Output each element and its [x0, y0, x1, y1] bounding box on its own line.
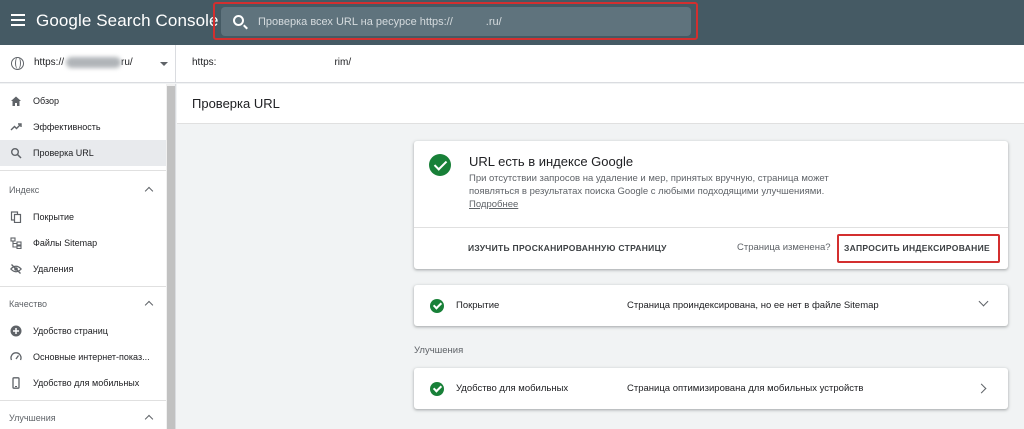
property-name: https://ru/: [34, 57, 133, 69]
plus-circle-icon: [10, 325, 22, 337]
sidebar-item-sitemaps[interactable]: Файлы Sitemap: [0, 230, 166, 256]
sidebar-item-label: Файлы Sitemap: [33, 238, 98, 248]
url-inspection-search[interactable]: [221, 7, 691, 36]
sidebar-item-mobile-usability[interactable]: Удобство для мобильных: [0, 370, 166, 396]
brand-logo: Google Search Console: [36, 11, 219, 30]
sidebar-item-core-web-vitals[interactable]: Основные интернет-показ...: [0, 344, 166, 370]
sidebar-item-label: Удаления: [33, 264, 74, 274]
property-bar: https://ru/ https: rim/: [0, 45, 1024, 83]
home-icon: [11, 96, 21, 106]
request-indexing-button[interactable]: ЗАПРОСИТЬ ИНДЕКСИРОВАНИЕ: [844, 243, 990, 253]
search-icon: [233, 15, 244, 26]
speed-icon: [10, 352, 22, 361]
top-app-bar: Google Search Console: [0, 0, 1024, 45]
sidebar-item-url-inspection[interactable]: Проверка URL: [0, 140, 166, 166]
section-label: Качество: [9, 299, 48, 309]
page-changed-question: Страница изменена?: [737, 242, 831, 253]
chevron-up-icon: [144, 300, 154, 310]
check-circle-icon: [430, 382, 444, 396]
sidebar-section-improvements[interactable]: Улучшения: [0, 406, 166, 429]
check-circle-icon: [429, 154, 451, 176]
sidebar-item-label: Проверка URL: [33, 148, 94, 158]
trending-up-icon: [10, 123, 22, 131]
sidebar-divider: [0, 286, 166, 287]
page-title: Проверка URL: [192, 96, 280, 111]
sidebar-item-label: Обзор: [33, 96, 59, 106]
sidebar-section-quality[interactable]: Качество: [0, 292, 166, 316]
inspected-url: https: rim/: [192, 57, 352, 68]
view-crawled-page-button[interactable]: ИЗУЧИТЬ ПРОСКАНИРОВАННУЮ СТРАНИЦУ: [468, 243, 667, 253]
sidebar-item-removals[interactable]: Удаления: [0, 256, 166, 282]
sidebar-item-overview[interactable]: Обзор: [0, 88, 166, 114]
sidebar-divider: [0, 170, 166, 171]
search-icon: [11, 148, 22, 159]
caret-down-icon: [160, 62, 168, 66]
index-status-card: URL есть в индексе Google При отсутствии…: [414, 141, 1008, 269]
sidebar-item-label: Эффективность: [33, 122, 101, 132]
chevron-right-icon[interactable]: [976, 383, 987, 394]
main-header: Проверка URL: [177, 84, 1024, 124]
improvements-heading: Улучшения: [414, 345, 464, 356]
coverage-label: Покрытие: [456, 300, 500, 311]
sidebar-item-performance[interactable]: Эффективность: [0, 114, 166, 140]
sidebar-divider: [0, 400, 166, 401]
check-circle-icon: [430, 299, 444, 313]
copy-icon: [10, 211, 22, 223]
globe-icon: [11, 57, 24, 70]
sidebar-item-label: Основные интернет-показ...: [33, 352, 150, 362]
chevron-up-icon: [144, 186, 154, 196]
sidebar-item-label: Покрытие: [33, 212, 75, 222]
search-input[interactable]: [258, 13, 678, 31]
sidebar-item-label: Удобство страниц: [33, 326, 108, 336]
coverage-row[interactable]: Покрытие Страница проиндексирована, но е…: [414, 285, 1008, 326]
phone-icon: [12, 377, 20, 389]
learn-more-link[interactable]: Подробнее: [469, 199, 518, 210]
property-selector[interactable]: https://ru/: [0, 45, 176, 83]
section-label: Улучшения: [9, 413, 56, 423]
coverage-value: Страница проиндексирована, но ее нет в ф…: [627, 300, 879, 311]
chevron-down-icon[interactable]: [978, 296, 989, 307]
status-title: URL есть в индексе Google: [469, 154, 634, 169]
sidebar-scrollbar-thumb[interactable]: [167, 86, 175, 429]
status-description: При отсутствии запросов на удаление и ме…: [469, 173, 829, 197]
mobile-usability-row[interactable]: Удобство для мобильных Страница оптимизи…: [414, 368, 1008, 409]
menu-icon[interactable]: [11, 14, 25, 26]
section-label: Индекс: [9, 185, 40, 195]
eye-off-icon: [10, 264, 22, 274]
sidebar-item-page-experience[interactable]: Удобство страниц: [0, 318, 166, 344]
sidebar: Обзор Эффективность Проверка URL Индекс …: [0, 84, 176, 429]
mobile-usability-value: Страница оптимизирована для мобильных ус…: [627, 383, 864, 394]
sidebar-item-coverage[interactable]: Покрытие: [0, 204, 166, 230]
sitemap-icon: [10, 237, 22, 249]
sidebar-section-index[interactable]: Индекс: [0, 178, 166, 202]
card-divider: [414, 227, 1008, 228]
redacted-domain: [66, 57, 122, 68]
chevron-up-icon: [144, 414, 154, 424]
mobile-usability-label: Удобство для мобильных: [456, 383, 569, 394]
sidebar-item-label: Удобство для мобильных: [33, 378, 140, 388]
